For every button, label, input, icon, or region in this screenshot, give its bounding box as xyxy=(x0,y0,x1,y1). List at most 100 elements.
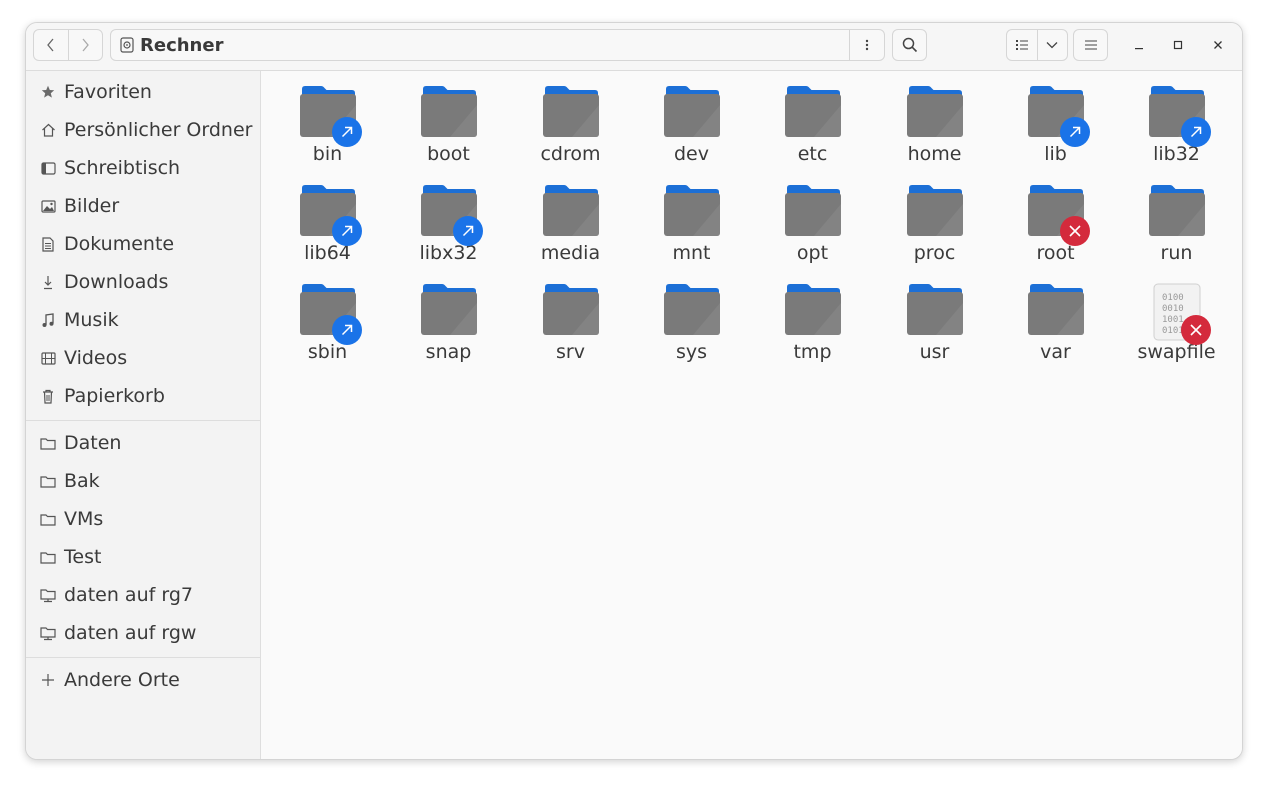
file-name: mnt xyxy=(672,242,711,264)
path-bar[interactable]: Rechner xyxy=(110,29,885,61)
minimize-button[interactable] xyxy=(1127,33,1151,57)
sidebar-item-label: Downloads xyxy=(64,271,169,293)
file-item[interactable]: root xyxy=(995,170,1116,266)
sidebar-item-downloads[interactable]: Downloads xyxy=(26,263,260,301)
folder-icon xyxy=(419,85,479,141)
sidebar-item-home[interactable]: Persönlicher Ordner xyxy=(26,111,260,149)
sidebar-item-label: Dokumente xyxy=(64,233,175,255)
folder-icon xyxy=(1147,184,1207,240)
unreadable-emblem-icon xyxy=(1059,216,1090,246)
file-item[interactable]: bin xyxy=(267,71,388,167)
folder-icon xyxy=(662,283,722,339)
sidebar-item-documents[interactable]: Dokumente xyxy=(26,225,260,263)
sidebar-item-daten-auf-rgw[interactable]: daten auf rgw xyxy=(26,614,260,652)
file-name: opt xyxy=(796,242,829,264)
file-item[interactable]: run xyxy=(1116,170,1237,266)
sidebar-item-test[interactable]: Test xyxy=(26,538,260,576)
network-folder-icon xyxy=(40,625,56,641)
folder-icon xyxy=(40,473,56,489)
file-item[interactable]: var xyxy=(995,269,1116,365)
sidebar-item-label: Favoriten xyxy=(64,81,152,103)
back-button[interactable] xyxy=(34,30,68,60)
sidebar-item-vms[interactable]: VMs xyxy=(26,500,260,538)
sidebar-separator xyxy=(26,420,260,421)
search-button[interactable] xyxy=(892,29,927,61)
symlink-emblem-icon xyxy=(331,216,362,246)
file-name: srv xyxy=(556,341,585,363)
view-options-dropdown[interactable] xyxy=(1036,30,1068,60)
folder-icon xyxy=(905,283,965,339)
sidebar-item-label: Bilder xyxy=(64,195,120,217)
file-item[interactable]: libx32 xyxy=(388,170,509,266)
sidebar-item-daten[interactable]: Daten xyxy=(26,424,260,462)
close-button[interactable] xyxy=(1206,33,1230,57)
folder-icon xyxy=(541,283,601,339)
sidebar-item-label: Videos xyxy=(64,347,128,369)
sidebar-item-videos[interactable]: Videos xyxy=(26,339,260,377)
file-item[interactable]: home xyxy=(874,71,995,167)
file-name: var xyxy=(1040,341,1071,363)
file-item[interactable]: 0100 0010 1001 0101 swapfile xyxy=(1116,269,1237,365)
file-item[interactable]: lib64 xyxy=(267,170,388,266)
search-icon xyxy=(902,37,917,53)
folder-icon xyxy=(1026,283,1086,339)
file-item[interactable]: lib xyxy=(995,71,1116,167)
main-menu-button[interactable] xyxy=(1073,29,1108,61)
svg-text:0101: 0101 xyxy=(1162,326,1184,336)
file-name: sbin xyxy=(307,341,348,363)
file-name: bin xyxy=(312,143,343,165)
file-name: root xyxy=(1036,242,1075,264)
navigation-buttons xyxy=(33,29,103,61)
file-item[interactable]: tmp xyxy=(752,269,873,365)
sidebar-item-music[interactable]: Musik xyxy=(26,301,260,339)
sidebar-item-daten-auf-rg7[interactable]: daten auf rg7 xyxy=(26,576,260,614)
file-item[interactable]: usr xyxy=(874,269,995,365)
folder-icon xyxy=(541,85,601,141)
file-item[interactable]: opt xyxy=(752,170,873,266)
file-item[interactable]: sys xyxy=(631,269,752,365)
sidebar-item-bak[interactable]: Bak xyxy=(26,462,260,500)
chevron-right-icon xyxy=(82,38,90,52)
file-name: lib xyxy=(1044,143,1067,165)
minimize-icon xyxy=(1135,48,1143,50)
sidebar-item-other-locations[interactable]: Andere Orte xyxy=(26,661,260,699)
chevron-left-icon xyxy=(46,38,54,52)
file-item[interactable]: snap xyxy=(388,269,509,365)
symlink-emblem-icon xyxy=(331,315,362,345)
file-item[interactable]: media xyxy=(510,170,631,266)
file-name: usr xyxy=(919,341,950,363)
file-item[interactable]: srv xyxy=(510,269,631,365)
file-item[interactable]: sbin xyxy=(267,269,388,365)
file-item[interactable]: dev xyxy=(631,71,752,167)
symlink-emblem-icon xyxy=(1059,117,1090,147)
file-item[interactable]: cdrom xyxy=(510,71,631,167)
film-icon xyxy=(40,350,56,366)
sidebar-item-label: daten auf rg7 xyxy=(64,584,193,606)
maximize-button[interactable] xyxy=(1166,33,1190,57)
folder-icon xyxy=(298,283,362,345)
location-menu-button[interactable] xyxy=(849,30,884,60)
file-item[interactable]: mnt xyxy=(631,170,752,266)
sidebar-item-favorites[interactable]: Favoriten xyxy=(26,73,260,111)
file-item[interactable]: lib32 xyxy=(1116,71,1237,167)
file-item[interactable]: etc xyxy=(752,71,873,167)
unreadable-emblem-icon xyxy=(1180,315,1211,345)
header-bar: Rechner xyxy=(26,23,1242,71)
close-icon xyxy=(1214,41,1222,49)
sidebar-item-pictures[interactable]: Bilder xyxy=(26,187,260,225)
vertical-dots-icon xyxy=(865,39,869,51)
sidebar-item-trash[interactable]: Papierkorb xyxy=(26,377,260,415)
view-controls xyxy=(1006,29,1068,61)
list-view-icon xyxy=(1015,40,1028,50)
file-item[interactable]: boot xyxy=(388,71,509,167)
folder-icon xyxy=(298,184,362,246)
current-location[interactable]: Rechner xyxy=(140,35,223,56)
list-view-button[interactable] xyxy=(1007,30,1037,60)
folder-icon xyxy=(1026,85,1090,147)
forward-button[interactable] xyxy=(67,30,103,60)
star-icon xyxy=(40,84,56,100)
file-item[interactable]: proc xyxy=(874,170,995,266)
sidebar-item-desktop[interactable]: Schreibtisch xyxy=(26,149,260,187)
desktop-icon xyxy=(40,160,56,176)
file-name: snap xyxy=(425,341,472,363)
